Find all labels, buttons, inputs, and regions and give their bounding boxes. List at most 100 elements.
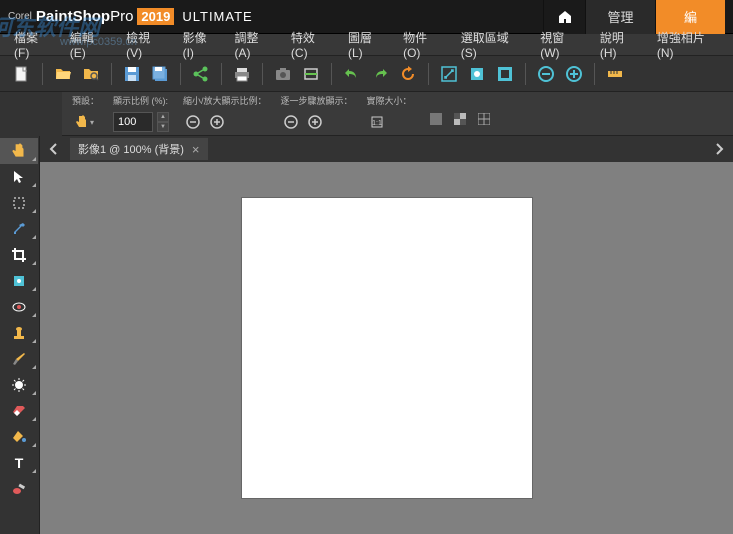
camera-icon [274,65,292,83]
menu-file[interactable]: 檔案(F) [6,27,60,62]
step-out-button[interactable] [281,112,301,132]
tool-picture-tube[interactable] [0,476,38,502]
tool-correction[interactable] [0,268,38,294]
tool-redeye[interactable] [0,294,38,320]
tool-lighten[interactable] [0,372,38,398]
actual-size-button[interactable]: 1:1 [367,112,387,132]
workspace: 影像1 @ 100% (背景) × [40,136,733,534]
menu-effects[interactable]: 特效(C) [283,27,338,62]
undo-icon [343,65,361,83]
pan-preset-button[interactable]: ▾ [72,110,96,134]
actual-size-group: 實際大小： 1:1 [367,94,412,134]
share-button[interactable] [189,62,213,86]
opt-btn-3[interactable] [474,109,494,129]
canvas[interactable] [242,198,532,498]
fullscreen-button[interactable] [493,62,517,86]
tool-text[interactable]: T [0,450,38,476]
marquee-icon [11,195,27,211]
menu-window[interactable]: 視窗(W) [532,27,590,62]
pointer-icon [11,169,27,185]
zoom-shrink-label: 縮小/放大顯示比例： [183,94,267,108]
ruler-icon [606,65,624,83]
tool-palette: T [0,136,40,534]
zoom-in-small-button[interactable] [207,112,227,132]
step-in-button[interactable] [305,112,325,132]
zoom-out-button[interactable] [534,62,558,86]
undo-button[interactable] [340,62,364,86]
menu-edit[interactable]: 編輯(E) [62,27,116,62]
brand-text: Corel [8,11,32,22]
zoom-out-small-button[interactable] [183,112,203,132]
zoom-spinner[interactable]: ▲▼ [157,112,169,132]
crop-icon [11,247,27,263]
dropper-icon [11,221,27,237]
menubar: 檔案(F) 編輯(E) 檢視(V) 影像(I) 調整(A) 特效(C) 圖層(L… [0,34,733,56]
menu-selections[interactable]: 選取區域(S) [453,27,530,62]
presets-label: 預設： [72,94,99,108]
new-button[interactable] [10,62,34,86]
redo-button[interactable] [368,62,392,86]
canvas-area[interactable] [40,162,733,534]
checker-icon [454,113,466,125]
chevron-down-icon: ▼ [157,122,169,132]
opt-btn-1[interactable] [426,109,446,129]
share-icon [192,65,210,83]
zoom-out-icon [537,65,555,83]
open-button[interactable] [51,62,75,86]
resize-button[interactable] [437,62,461,86]
presets-group: 預設： ▾ [72,94,99,134]
tool-eraser[interactable] [0,398,38,424]
camera-button[interactable] [271,62,295,86]
tool-pan[interactable] [0,138,38,164]
save-all-button[interactable] [148,62,172,86]
tab-prev-button[interactable] [44,139,64,159]
tool-crop[interactable] [0,242,38,268]
repeat-button[interactable] [396,62,420,86]
menu-objects[interactable]: 物件(O) [395,27,451,62]
zoom-in-icon [565,65,583,83]
grid-icon [478,113,490,125]
version-badge: 2019 [137,8,174,25]
save-button[interactable] [120,62,144,86]
menu-adjust[interactable]: 調整(A) [227,27,281,62]
scan-button[interactable] [299,62,323,86]
tool-fill[interactable] [0,424,38,450]
menu-enhance[interactable]: 增強相片(N) [649,27,727,62]
menu-image[interactable]: 影像(I) [175,27,225,62]
document-tab-bar: 影像1 @ 100% (背景) × [40,136,733,162]
document-tab[interactable]: 影像1 @ 100% (背景) × [70,138,208,160]
bucket-icon [11,429,27,445]
tool-dropper[interactable] [0,216,38,242]
zoom-percent-input[interactable] [113,112,153,132]
rulers-button[interactable] [603,62,627,86]
tool-pick[interactable] [0,164,38,190]
stamp-icon [11,325,27,341]
menu-help[interactable]: 說明(H) [592,27,647,62]
actual-size-label: 實際大小： [367,94,412,108]
print-button[interactable] [230,62,254,86]
extra-label [426,94,494,105]
hand-icon [74,114,90,130]
save-icon [123,65,141,83]
fit-button[interactable] [465,62,489,86]
tab-close-button[interactable]: × [192,142,200,157]
menu-view[interactable]: 檢視(V) [118,27,172,62]
tool-clone[interactable] [0,320,38,346]
actual-size-icon: 1:1 [370,115,384,129]
menu-layers[interactable]: 圖層(L) [340,27,393,62]
browse-button[interactable] [79,62,103,86]
extra-group [426,94,494,131]
app-name: PaintShopPro [36,8,134,25]
tool-selection[interactable] [0,190,38,216]
home-icon [557,9,573,25]
lighten-icon [11,377,27,393]
zoom-in-button[interactable] [562,62,586,86]
edition-text: ULTIMATE [182,9,252,24]
tool-paintbrush[interactable] [0,346,38,372]
chevron-left-icon [49,143,59,155]
tab-next-button[interactable] [709,139,729,159]
opt-btn-2[interactable] [450,109,470,129]
chevron-up-icon: ▲ [157,112,169,122]
app-logo: Corel PaintShopPro 2019 ULTIMATE [8,8,253,25]
resize-icon [440,65,458,83]
